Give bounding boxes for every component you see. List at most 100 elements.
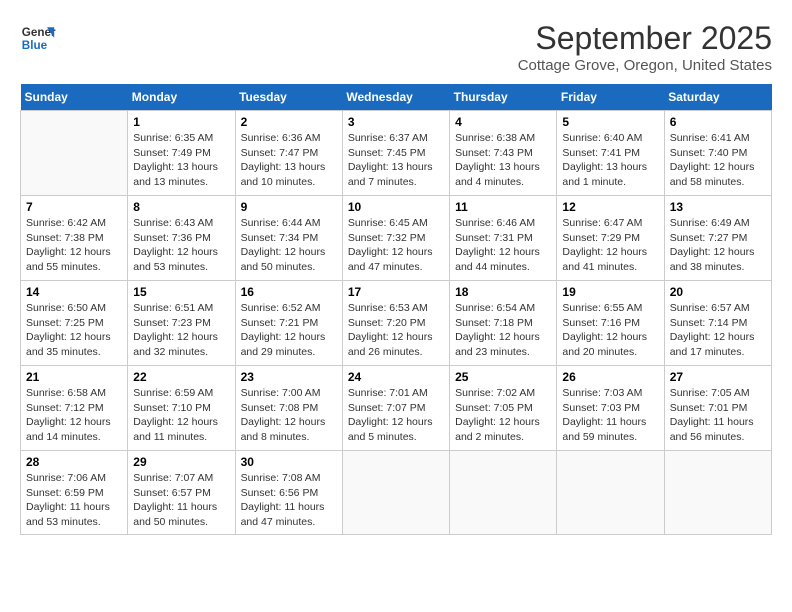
table-row: 3Sunrise: 6:37 AMSunset: 7:45 PMDaylight…	[342, 111, 449, 196]
col-thursday: Thursday	[450, 84, 557, 111]
col-monday: Monday	[128, 84, 235, 111]
day-content: Sunrise: 7:05 AMSunset: 7:01 PMDaylight:…	[670, 386, 766, 445]
location-subtitle: Cottage Grove, Oregon, United States	[518, 57, 772, 74]
table-row: 20 Sunrise: 6:57 AMSunset: 7:14 PMDayligh…	[664, 281, 771, 366]
day-content: Sunrise: 6:42 AMSunset: 7:38 PMDaylight:…	[26, 216, 122, 275]
table-row: 25 Sunrise: 7:02 AMSunset: 7:05 PMDayligh…	[450, 366, 557, 451]
day-number: 21	[26, 370, 122, 384]
table-row: 28 Sunrise: 7:06 AMSunset: 6:59 PMDayligh…	[21, 451, 128, 535]
day-number: 4	[455, 115, 551, 129]
day-number: 29	[133, 455, 229, 469]
day-number: 17	[348, 285, 444, 299]
day-number: 20	[670, 285, 766, 299]
table-row: 1 Sunrise: 6:35 AMSunset: 7:49 PMDaylight…	[128, 111, 235, 196]
table-row: 5 Sunrise: 6:40 AMSunset: 7:41 PMDaylight…	[557, 111, 664, 196]
day-number: 16	[241, 285, 337, 299]
day-content: Sunrise: 6:45 AMSunset: 7:32 PMDaylight:…	[348, 216, 444, 275]
table-row: 17 Sunrise: 6:53 AMSunset: 7:20 PMDayligh…	[342, 281, 449, 366]
day-number: 11	[455, 200, 551, 214]
table-row: 22 Sunrise: 6:59 AMSunset: 7:10 PMDayligh…	[128, 366, 235, 451]
day-number: 12	[562, 200, 658, 214]
table-row: 13 Sunrise: 6:49 AMSunset: 7:27 PMDayligh…	[664, 196, 771, 281]
table-row: 15 Sunrise: 6:51 AMSunset: 7:23 PMDayligh…	[128, 281, 235, 366]
day-content: Sunrise: 6:59 AMSunset: 7:10 PMDaylight:…	[133, 386, 229, 445]
table-row	[21, 111, 128, 196]
day-number: 1	[133, 115, 229, 129]
logo: General Blue	[20, 20, 56, 56]
day-content: Sunrise: 7:01 AMSunset: 7:07 PMDaylight:…	[348, 386, 444, 445]
calendar-table: Sunday Monday Tuesday Wednesday Thursday…	[20, 84, 772, 535]
day-number: 8	[133, 200, 229, 214]
day-content: Sunrise: 6:54 AMSunset: 7:18 PMDaylight:…	[455, 301, 551, 360]
day-content: Sunrise: 6:58 AMSunset: 7:12 PMDaylight:…	[26, 386, 122, 445]
day-number: 9	[241, 200, 337, 214]
day-content: Sunrise: 6:55 AMSunset: 7:16 PMDaylight:…	[562, 301, 658, 360]
svg-text:Blue: Blue	[22, 39, 48, 52]
day-number: 10	[348, 200, 444, 214]
day-number: 25	[455, 370, 551, 384]
calendar-week-row: 7 Sunrise: 6:42 AMSunset: 7:38 PMDaylight…	[21, 196, 772, 281]
day-number: 27	[670, 370, 766, 384]
col-tuesday: Tuesday	[235, 84, 342, 111]
month-title: September 2025	[518, 20, 772, 57]
day-number: 22	[133, 370, 229, 384]
calendar-week-row: 1 Sunrise: 6:35 AMSunset: 7:49 PMDaylight…	[21, 111, 772, 196]
day-content: Sunrise: 6:50 AMSunset: 7:25 PMDaylight:…	[26, 301, 122, 360]
table-row	[342, 451, 449, 535]
day-content: Sunrise: 6:41 AMSunset: 7:40 PMDaylight:…	[670, 131, 766, 190]
day-content: Sunrise: 7:06 AMSunset: 6:59 PMDaylight:…	[26, 471, 122, 530]
table-row: 8Sunrise: 6:43 AMSunset: 7:36 PMDaylight…	[128, 196, 235, 281]
day-content: Sunrise: 6:35 AMSunset: 7:49 PMDaylight:…	[133, 131, 229, 190]
calendar-week-row: 28 Sunrise: 7:06 AMSunset: 6:59 PMDayligh…	[21, 451, 772, 535]
day-content: Sunrise: 6:57 AMSunset: 7:14 PMDaylight:…	[670, 301, 766, 360]
day-content: Sunrise: 6:51 AMSunset: 7:23 PMDaylight:…	[133, 301, 229, 360]
day-number: 14	[26, 285, 122, 299]
table-row: 16 Sunrise: 6:52 AMSunset: 7:21 PMDayligh…	[235, 281, 342, 366]
day-content: Sunrise: 6:52 AMSunset: 7:21 PMDaylight:…	[241, 301, 337, 360]
col-friday: Friday	[557, 84, 664, 111]
title-area: September 2025 Cottage Grove, Oregon, Un…	[518, 20, 772, 74]
day-content: Sunrise: 7:03 AMSunset: 7:03 PMDaylight:…	[562, 386, 658, 445]
table-row: 4 Sunrise: 6:38 AMSunset: 7:43 PMDaylight…	[450, 111, 557, 196]
table-row: 6 Sunrise: 6:41 AMSunset: 7:40 PMDaylight…	[664, 111, 771, 196]
table-row: 11 Sunrise: 6:46 AMSunset: 7:31 PMDayligh…	[450, 196, 557, 281]
day-content: Sunrise: 6:47 AMSunset: 7:29 PMDaylight:…	[562, 216, 658, 275]
day-number: 3	[348, 115, 444, 129]
table-row	[450, 451, 557, 535]
table-row: 30 Sunrise: 7:08 AMSunset: 6:56 PMDayligh…	[235, 451, 342, 535]
day-content: Sunrise: 6:49 AMSunset: 7:27 PMDaylight:…	[670, 216, 766, 275]
day-number: 30	[241, 455, 337, 469]
day-number: 28	[26, 455, 122, 469]
day-number: 24	[348, 370, 444, 384]
day-number: 19	[562, 285, 658, 299]
table-row	[557, 451, 664, 535]
table-row: 7 Sunrise: 6:42 AMSunset: 7:38 PMDaylight…	[21, 196, 128, 281]
table-row: 9 Sunrise: 6:44 AMSunset: 7:34 PMDaylight…	[235, 196, 342, 281]
day-number: 15	[133, 285, 229, 299]
logo-icon: General Blue	[20, 20, 56, 56]
day-content: Sunrise: 7:02 AMSunset: 7:05 PMDaylight:…	[455, 386, 551, 445]
table-row: 18 Sunrise: 6:54 AMSunset: 7:18 PMDayligh…	[450, 281, 557, 366]
table-row	[664, 451, 771, 535]
table-row: 19 Sunrise: 6:55 AMSunset: 7:16 PMDayligh…	[557, 281, 664, 366]
day-content: Sunrise: 6:53 AMSunset: 7:20 PMDaylight:…	[348, 301, 444, 360]
table-row: 10 Sunrise: 6:45 AMSunset: 7:32 PMDayligh…	[342, 196, 449, 281]
day-content: Sunrise: 6:40 AMSunset: 7:41 PMDaylight:…	[562, 131, 658, 190]
day-number: 18	[455, 285, 551, 299]
day-content: Sunrise: 7:08 AMSunset: 6:56 PMDaylight:…	[241, 471, 337, 530]
day-number: 6	[670, 115, 766, 129]
table-row: 24 Sunrise: 7:01 AMSunset: 7:07 PMDayligh…	[342, 366, 449, 451]
table-row: 2Sunrise: 6:36 AMSunset: 7:47 PMDaylight…	[235, 111, 342, 196]
col-sunday: Sunday	[21, 84, 128, 111]
day-content: Sunrise: 6:44 AMSunset: 7:34 PMDaylight:…	[241, 216, 337, 275]
calendar-header-row: Sunday Monday Tuesday Wednesday Thursday…	[21, 84, 772, 111]
day-number: 5	[562, 115, 658, 129]
calendar-week-row: 14 Sunrise: 6:50 AMSunset: 7:25 PMDayligh…	[21, 281, 772, 366]
day-content: Sunrise: 6:46 AMSunset: 7:31 PMDaylight:…	[455, 216, 551, 275]
table-row: 21 Sunrise: 6:58 AMSunset: 7:12 PMDayligh…	[21, 366, 128, 451]
day-number: 7	[26, 200, 122, 214]
header: General Blue September 2025 Cottage Grov…	[20, 20, 772, 74]
day-number: 13	[670, 200, 766, 214]
table-row: 14 Sunrise: 6:50 AMSunset: 7:25 PMDayligh…	[21, 281, 128, 366]
day-content: Sunrise: 6:38 AMSunset: 7:43 PMDaylight:…	[455, 131, 551, 190]
